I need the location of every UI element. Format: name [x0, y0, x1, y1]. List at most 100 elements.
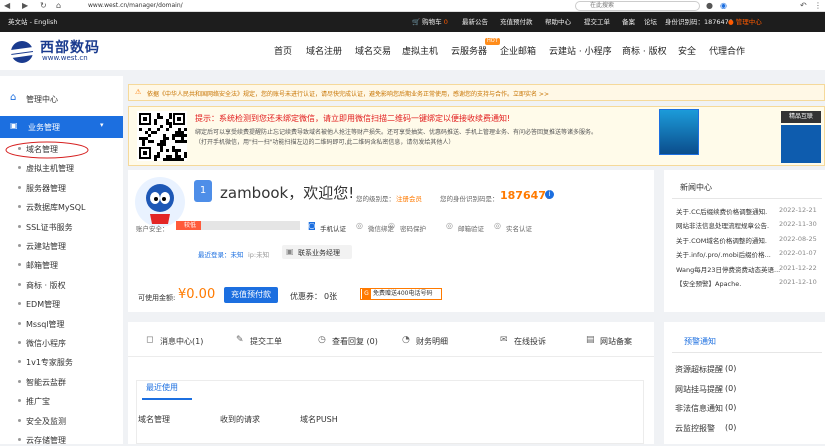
sidebar-item[interactable]: 虚拟主机管理 [26, 163, 74, 174]
sidebar-item[interactable]: 云存储管理 [26, 435, 66, 446]
forum-link[interactable]: 论坛 [644, 17, 657, 27]
bullet-icon [18, 166, 21, 170]
notice-link[interactable]: 最新公告 [462, 17, 488, 27]
id-card-icon: ◎ [494, 221, 501, 230]
free-400-number-button[interactable]: G 免费赠送400电话号码 [360, 288, 442, 300]
refresh-icon[interactable]: ↻ [40, 1, 47, 11]
warning-count: (0) [725, 422, 737, 432]
warning-item[interactable]: 网站挂马提醒 [675, 384, 723, 395]
news-item[interactable]: 关于.COM域名价格调整的通知. [676, 235, 767, 245]
bullet-icon [18, 185, 21, 189]
record-link[interactable]: 备案 [622, 17, 635, 27]
nav-site-builder[interactable]: 云建站 · 小程序 [549, 44, 612, 57]
bullet-icon [18, 399, 21, 403]
last-ip: ip:未知 [248, 251, 270, 259]
tab-icon: ✉ [500, 335, 508, 345]
sidebar-item[interactable]: 服务器管理 [26, 183, 66, 194]
quick-tab[interactable]: 财务明细 [416, 336, 448, 347]
news-date: 2022-08-25 [779, 234, 817, 243]
admin-link[interactable]: ● 管理中心 [728, 17, 762, 27]
address-bar[interactable]: www.west.cn/manager/domain/ [88, 2, 183, 9]
sidebar-item[interactable]: Mssql管理 [26, 319, 65, 330]
menu-icon[interactable]: ⋮ [814, 1, 822, 11]
back-icon[interactable]: ◀ [4, 1, 10, 11]
qr-code-icon [137, 111, 187, 161]
quick-tab[interactable]: 在线投诉 [514, 336, 546, 347]
sidebar-item[interactable]: SSL证书服务 [26, 222, 73, 233]
nav-email[interactable]: 企业邮箱 [500, 44, 536, 57]
warning-count: (0) [725, 403, 737, 413]
sidebar-item[interactable]: 邮箱管理 [26, 260, 58, 271]
coupon-count: 0张 [324, 292, 338, 301]
nav-security[interactable]: 安全 [678, 44, 696, 57]
nav-virtual-host[interactable]: 虚拟主机 [402, 44, 438, 57]
extension-icon[interactable]: ● [706, 1, 713, 11]
sidebar-item[interactable]: 安全及监测 [26, 416, 66, 427]
warning-item[interactable]: 非法信息通知 [675, 403, 723, 414]
badge-realname[interactable]: 实名认证 [506, 223, 532, 233]
warning-item[interactable]: 云监控报警 [675, 423, 715, 434]
bullet-icon [18, 321, 21, 325]
tab-icon: ◻ [146, 335, 154, 345]
ticket-link[interactable]: 提交工单 [584, 17, 610, 27]
sidebar-item[interactable]: 微信小程序 [26, 338, 66, 349]
sidebar-home[interactable]: ⌂ 管理中心 [0, 86, 123, 110]
nav-home[interactable]: 首页 [274, 44, 292, 57]
nav-agent[interactable]: 代理合作 [709, 44, 745, 57]
recharge-button[interactable]: 充值预付款 [224, 287, 278, 303]
nav-domain-register[interactable]: 域名注册 [306, 44, 342, 57]
bullet-icon [18, 205, 21, 209]
news-item[interactable]: 关于.info/.pro/.mobi后缀价格... [676, 249, 771, 259]
sidebar-item[interactable]: 1v1专家服务 [26, 357, 73, 368]
sidebar-item[interactable]: 智能云盐群 [26, 377, 66, 388]
news-item[interactable]: 【安全预警】Apache. [676, 278, 741, 288]
warning-count: (0) [725, 364, 737, 373]
recent-item-domain[interactable]: 域名管理 [138, 414, 170, 425]
alert-line-2: （打开手机微信，用"扫一扫"功能扫描左边的二维码即可,此二维码含私密信息，请勿发… [195, 139, 455, 146]
logo-icon[interactable] [8, 40, 36, 64]
quick-tab[interactable]: 网站备案 [600, 336, 632, 347]
info-icon[interactable]: i [545, 190, 554, 199]
member-level[interactable]: 注册会员 [396, 193, 422, 203]
notice-text[interactable]: 依据《中华人民共和国网络安全法》规定，您的账号未进行认证，请尽快完成认证，避免影… [147, 89, 549, 98]
sidebar-item[interactable]: EDM管理 [26, 299, 60, 310]
recent-item-requests[interactable]: 收到的请求 [220, 414, 260, 425]
home-icon[interactable]: ⌂ [56, 1, 61, 11]
recent-item-push[interactable]: 域名PUSH [300, 414, 338, 425]
undo-icon[interactable]: ↶ [800, 1, 807, 11]
sidebar-item[interactable]: 推广宝 [26, 396, 50, 407]
news-item[interactable]: 关于.CC后缀续费价格调整通知. [676, 206, 767, 216]
nav-trademark[interactable]: 商标 · 版权 [622, 44, 667, 57]
red-circle-annotation [5, 141, 89, 159]
badge-phone[interactable]: 手机认证 [320, 223, 346, 233]
quick-tab[interactable]: 查看回复 (0) [332, 336, 378, 347]
cart-link[interactable]: 🛒 购物车 0 [412, 17, 448, 27]
sidebar-item[interactable]: 云数据库MySQL [26, 202, 85, 213]
warning-item[interactable]: 资源超标提醒 [675, 364, 723, 375]
news-item[interactable]: 网站非法信息处理流程规章公告. [676, 220, 769, 230]
realname-notice: ⚠ 依据《中华人民共和国网络安全法》规定，您的账号未进行认证，请尽快完成认证，避… [128, 84, 825, 101]
alert-line-1: 绑定后可以享受续费提醒防止忘记续费导致域名被他人抢注等财产损失。还可享受抽奖、优… [195, 129, 598, 136]
browser-search-input[interactable]: 在此搜索 [575, 1, 700, 11]
quick-tab[interactable]: 消息中心(1) [160, 336, 203, 347]
edge-icon[interactable]: ◉ [720, 1, 727, 11]
sidebar-item[interactable]: 商标 · 版权 [26, 280, 66, 291]
bullet-icon [18, 418, 21, 422]
bullet-icon [18, 263, 21, 267]
user-card: 1 zambook，欢迎您! 您的级别是： 注册会员 您的身份识别码是： 187… [128, 170, 654, 312]
recent-title[interactable]: 最近使用 [146, 382, 178, 393]
news-item[interactable]: Wang每月23日停费资费动态英语... [676, 264, 780, 274]
sidebar-item[interactable]: 云建站管理 [26, 241, 66, 252]
badge-email[interactable]: 邮箱验证 [458, 223, 484, 233]
contact-manager-button[interactable]: ▣ 联系业务经理 [282, 245, 352, 259]
forward-icon[interactable]: ▶ [22, 1, 28, 11]
sidebar-biz-management[interactable]: ▣ 业务管理 ▾ [0, 116, 123, 138]
badge-password[interactable]: 密码保护 [400, 223, 426, 233]
nav-domain-trade[interactable]: 域名交易 [355, 44, 391, 57]
recharge-link[interactable]: 充值预付款 [500, 17, 533, 27]
bullet-icon [18, 282, 21, 286]
help-link[interactable]: 帮助中心 [545, 17, 571, 27]
nav-cloud-server[interactable]: 云服务器 [451, 44, 487, 57]
quick-tab[interactable]: 提交工单 [250, 336, 282, 347]
language-switch[interactable]: 英文站 - English [8, 17, 57, 27]
